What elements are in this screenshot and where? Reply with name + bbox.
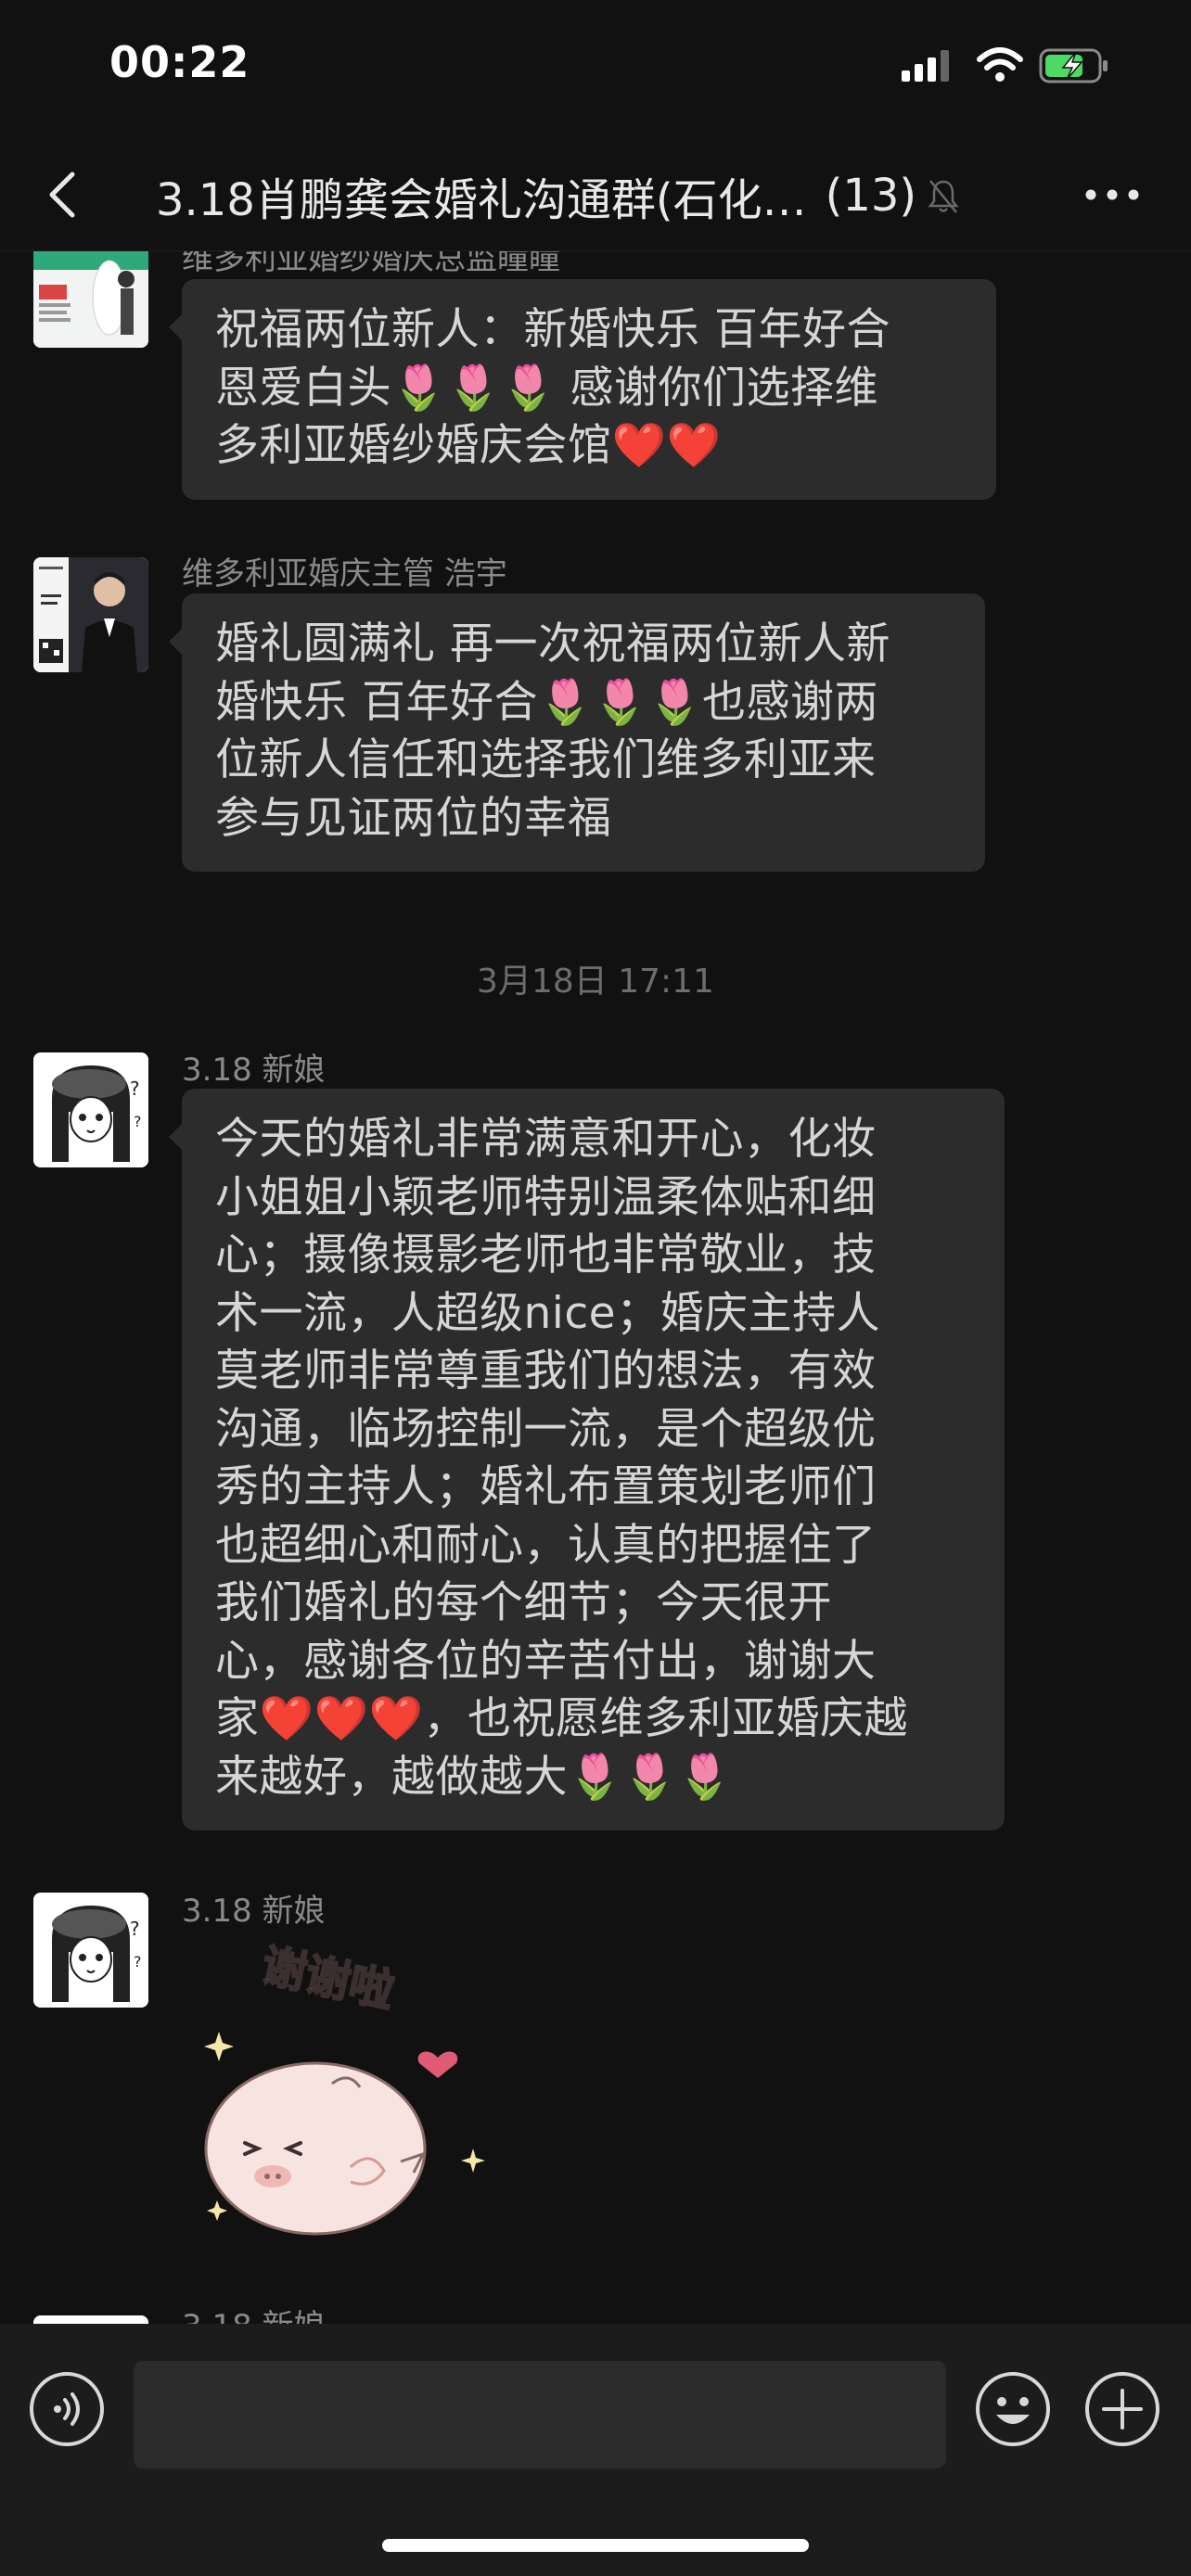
message-bubble[interactable]: 今天的婚礼非常满意和开心，化妆 小姐姐小颖老师特别温柔体贴和细 心；摄像摄影老师… <box>169 1089 1005 1830</box>
plus-more-icon[interactable] <box>1083 2370 1161 2448</box>
avatar[interactable] <box>33 2315 148 2324</box>
cartoon-girl-avatar-icon: ? ? <box>33 1893 148 2008</box>
avatar[interactable] <box>33 557 148 672</box>
battery-charging-icon <box>1039 48 1108 83</box>
message-input[interactable] <box>134 2361 946 2468</box>
wifi-icon <box>977 47 1023 82</box>
heart-icon <box>417 2051 458 2078</box>
member-count: (13) <box>825 170 917 222</box>
chat-title: 3.18肖鹏龚会婚礼沟通群(石化… <box>156 174 807 226</box>
svg-text:?: ? <box>134 1953 142 1970</box>
message-sender: 3.18 新娘 <box>182 2301 326 2324</box>
message-sender: 维多利亚婚纱婚庆总监瞳瞳 <box>182 251 560 277</box>
svg-text:?: ? <box>134 1113 142 1130</box>
sparkle-icon <box>207 2200 227 2221</box>
sparkle-icon <box>461 2149 485 2173</box>
message-sender: 维多利亚婚庆主管 浩宇 <box>182 555 507 593</box>
back-chevron-icon[interactable] <box>39 167 85 223</box>
message-sender: 3.18 新娘 <box>182 1052 326 1089</box>
message-sender: 3.18 新娘 <box>182 1893 326 1930</box>
business-card-avatar-icon <box>33 557 148 672</box>
chat-header: 3.18肖鹏龚会婚礼沟通群(石化… (13) <box>0 139 1191 251</box>
wedding-photo-avatar-icon <box>33 251 148 348</box>
sparkle-icon <box>204 2032 234 2061</box>
cellular-signal-icon <box>902 50 950 82</box>
svg-text:?: ? <box>130 1078 140 1100</box>
message-bubble[interactable]: 婚礼圆满礼 再一次祝福两位新人新 婚快乐 百年好合🌷🌷🌷也感谢两 位新人信任和选… <box>169 593 985 872</box>
voice-input-icon[interactable] <box>28 2370 106 2448</box>
avatar[interactable] <box>33 251 148 348</box>
pig-thank-you-sticker[interactable]: 谢谢啦 <box>186 1939 501 2236</box>
cartoon-girl-avatar-icon <box>33 2315 148 2324</box>
message-list[interactable]: 维多利亚婚纱婚庆总监瞳瞳 祝福两位新人：新婚快乐 百年好合 恩爱白头🌷🌷🌷 感谢… <box>0 251 1191 2324</box>
status-time: 00:22 <box>109 37 250 87</box>
mute-bell-icon <box>928 180 959 213</box>
sticker-caption: 谢谢啦 <box>257 1939 399 2018</box>
status-bar: 00:22 <box>0 0 1191 139</box>
message-timestamp: 3月18日 17:11 <box>477 963 714 1001</box>
avatar[interactable]: ? ? <box>33 1052 148 1167</box>
chat-title-group[interactable]: 3.18肖鹏龚会婚礼沟通群(石化… (13) <box>156 163 961 228</box>
cartoon-girl-avatar-icon: ? ? <box>33 1052 148 1167</box>
chat-input-bar <box>0 2324 1191 2576</box>
emoji-smiley-icon[interactable] <box>974 2370 1052 2448</box>
message-bubble[interactable]: 祝福两位新人：新婚快乐 百年好合 恩爱白头🌷🌷🌷 感谢你们选择维 多利亚婚纱婚庆… <box>169 279 996 500</box>
home-indicator[interactable] <box>382 2539 809 2552</box>
more-options-icon[interactable] <box>1083 185 1141 204</box>
pig-body <box>204 2061 427 2236</box>
avatar[interactable]: ? ? <box>33 1893 148 2008</box>
svg-text:?: ? <box>130 1918 140 1940</box>
